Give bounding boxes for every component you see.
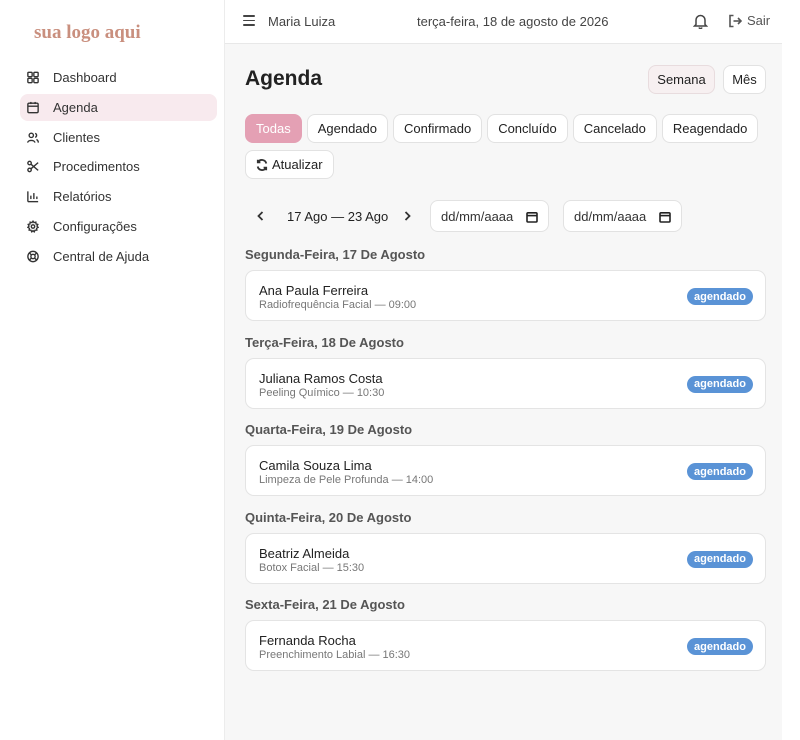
sidebar-item-label: Agenda [53,99,98,115]
appointment-card[interactable]: Camila Souza Lima Limpeza de Pele Profun… [245,445,766,496]
appointment-detail: Limpeza de Pele Profunda — 14:00 [259,474,434,486]
topbar: Maria Luiza terça-feira, 18 de agosto de… [225,0,782,44]
status-badge: agendado [687,550,753,568]
status-badge: agendado [687,288,753,305]
status-badge: agendado [687,375,753,393]
day-group: Terça-Feira, 18 De Agosto Juliana Ramos … [245,335,766,409]
sidebar-item-label: Clientes [53,129,100,145]
status-badge: agendado [687,463,753,480]
menu-icon[interactable] [243,15,255,27]
filter-reagendado[interactable]: Reagendado [661,114,759,143]
sidebar-item-label: Configurações [53,218,137,234]
filter-concluido[interactable]: Concluído [487,114,568,143]
client-name: Fernanda Rocha [259,633,356,648]
sidebar-item-agenda[interactable]: Agenda [20,93,217,121]
day-group: Segunda-Feira, 17 De Agosto Ana Paula Fe… [245,247,766,321]
main-content: Maria Luiza terça-feira, 18 de agosto de… [225,0,782,740]
day-group: Quinta-Feira, 20 De Agosto Beatriz Almei… [245,510,766,584]
sidebar-item-dashboard[interactable]: Dashboard [20,64,217,91]
sidebar-item-label: Central de Ajuda [53,248,150,264]
gear-icon [27,219,39,233]
end-date-placeholder: dd/mm/aaaa [574,208,647,224]
calendar-icon [27,101,39,114]
date-range-row: 17 Ago — 23 Ago dd/mm/aaaa dd/mm/aaaa [245,200,785,232]
day-title: Segunda-Feira, 17 De Agosto [245,247,426,262]
users-icon [27,131,39,143]
client-name: Juliana Ramos Costa [259,370,383,386]
client-name: Ana Paula Ferreira [259,283,369,298]
chevron-left-icon[interactable] [253,208,269,224]
appointment-card[interactable]: Ana Paula Ferreira Radiofrequência Facia… [245,270,766,321]
day-title: Sexta-Feira, 21 De Agosto [245,597,405,612]
appointment-detail: Preenchimento Labial — 16:30 [259,649,411,661]
calendar-icon[interactable] [659,211,671,223]
start-date-placeholder: dd/mm/aaaa [441,208,514,224]
appointment-detail: Peeling Químico — 10:30 [259,386,385,399]
sidebar-item-label: Dashboard [53,70,117,85]
sidebar-item-label: Procedimentos [53,159,140,175]
day-title: Terça-Feira, 18 De Agosto [245,334,404,350]
logout-icon [729,14,742,27]
week-range-label: 17 Ago — 23 Ago [287,209,389,224]
start-date-input[interactable]: dd/mm/aaaa [430,200,549,232]
refresh-label: Atualizar [272,157,323,172]
current-date: terça-feira, 18 de agosto de 2026 [417,14,609,29]
lifebuoy-icon [27,250,39,263]
sidebar: sua logo aqui Dashboard Agenda Clientes … [0,0,225,740]
filter-todas[interactable]: Todas [245,114,302,143]
sidebar-item-label: Relatórios [53,189,112,205]
status-filters: Todas Agendado Confirmado Concluído Canc… [245,114,775,179]
day-group: Quarta-Feira, 19 De Agosto Camila Souza … [245,422,766,496]
end-date-input[interactable]: dd/mm/aaaa [563,200,682,232]
sidebar-item-central-de-ajuda[interactable]: Central de Ajuda [20,243,217,270]
sidebar-item-configuracoes[interactable]: Configurações [20,213,217,240]
day-title: Quinta-Feira, 20 De Agosto [245,509,412,525]
filter-confirmado[interactable]: Confirmado [392,114,483,143]
status-badge: agendado [687,638,753,655]
sidebar-item-clientes[interactable]: Clientes [20,124,217,151]
calendar-icon[interactable] [526,211,538,223]
logout-label: Sair [747,13,771,28]
sidebar-item-relatorios[interactable]: Relatórios [20,183,217,210]
sidebar-nav: Dashboard Agenda Clientes Procedimentos … [20,64,217,273]
page-title: Agenda [245,67,323,90]
sidebar-item-procedimentos[interactable]: Procedimentos [20,153,217,180]
filter-agendado[interactable]: Agendado [306,114,388,143]
appointment-card[interactable]: Fernanda Rocha Preenchimento Labial — 16… [245,620,766,671]
chevron-right-icon[interactable] [399,208,415,224]
bar-chart-icon [27,191,39,203]
view-month-button[interactable]: Mês [723,65,766,94]
logout-button[interactable]: Sair [728,13,770,28]
logo: sua logo aqui [34,22,141,43]
bell-icon[interactable] [692,13,709,30]
appointment-card[interactable]: Juliana Ramos Costa Peeling Químico — 10… [245,357,766,409]
day-group: Sexta-Feira, 21 De Agosto Fernanda Rocha… [245,597,766,671]
client-name: Camila Souza Lima [259,458,372,473]
grid-icon [27,71,39,84]
day-title: Quarta-Feira, 19 De Agosto [245,422,413,437]
client-name: Beatriz Almeida [259,545,350,561]
refresh-icon [256,158,268,171]
view-week-button[interactable]: Semana [648,65,715,94]
scissors-icon [27,161,39,173]
appointment-detail: Radiofrequência Facial — 09:00 [259,299,417,311]
appointment-detail: Botox Facial — 15:30 [259,561,365,574]
filter-cancelado[interactable]: Cancelado [572,114,657,143]
refresh-button[interactable]: Atualizar [245,150,334,179]
user-name: Maria Luiza [268,14,336,29]
appointment-card[interactable]: Beatriz Almeida Botox Facial — 15:30 age… [245,532,766,584]
scrollbar[interactable] [782,0,800,740]
